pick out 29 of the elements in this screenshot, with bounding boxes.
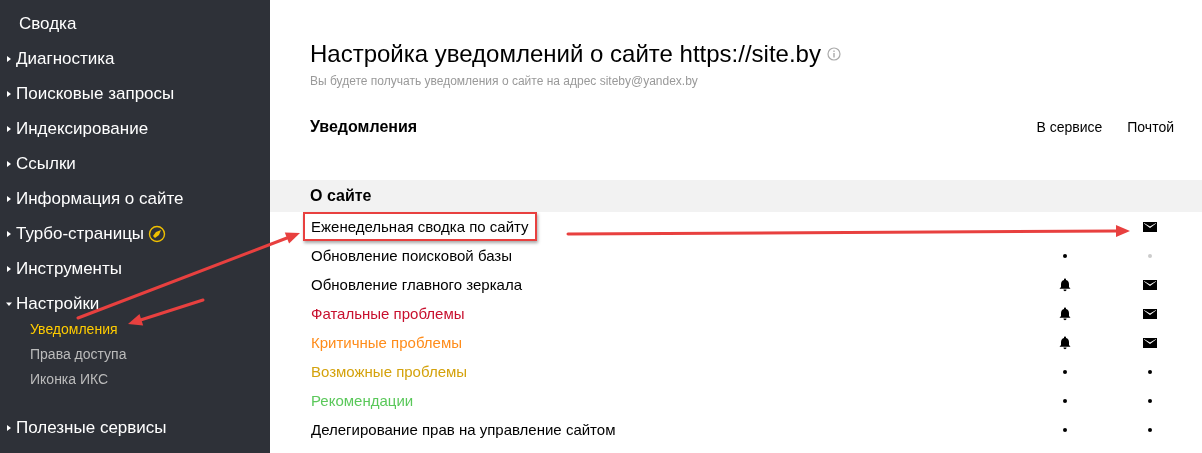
sidebar-item[interactable]: Сводка [19, 13, 77, 34]
rocket-icon [148, 224, 167, 243]
sidebar-item[interactable]: Настройки [16, 293, 100, 314]
notification-label: Критичные проблемы [310, 333, 463, 353]
column-header: В сервисе [1036, 119, 1103, 135]
sidebar-item[interactable]: Поисковые запросы [16, 83, 175, 104]
sidebar-item[interactable]: Информация о сайте [16, 188, 184, 209]
notification-label: Обновление поисковой базы [310, 246, 513, 266]
notification-label: Делегирование прав на управление сайтом [310, 420, 617, 440]
sidebar-item[interactable]: Ссылки [16, 153, 76, 174]
notification-label: Еженедельная сводка по сайту [303, 212, 537, 241]
sidebar-subitem[interactable]: Права доступа [0, 342, 127, 367]
sidebar-item[interactable]: Инструменты [16, 258, 122, 279]
sidebar-subitem[interactable]: Уведомления [0, 317, 118, 342]
notification-label: Обновление главного зеркала [310, 275, 523, 295]
section-title: О сайте [310, 187, 372, 205]
table-heading: Уведомления [310, 118, 419, 136]
info-icon [826, 47, 841, 61]
sidebar-subitem[interactable]: Иконка ИКС [0, 367, 109, 392]
page-title: Настройка уведомлений о сайте https://site.by [310, 40, 821, 68]
notification-label: Возможные проблемы [310, 362, 469, 382]
sidebar-item[interactable]: Индексирование [16, 118, 149, 139]
sidebar-item[interactable]: Диагностика [16, 48, 115, 69]
sidebar-item[interactable]: Турбо-страницы [16, 223, 145, 244]
page-subtitle: Вы будете получать уведомления о сайте на адрес siteby@yandex.by [310, 74, 699, 88]
notification-label: Рекомендации [310, 391, 415, 411]
column-header: Почтой [1127, 119, 1174, 135]
notification-label: Фатальные проблемы [310, 304, 466, 324]
sidebar-item[interactable]: Полезные сервисы [16, 417, 167, 438]
